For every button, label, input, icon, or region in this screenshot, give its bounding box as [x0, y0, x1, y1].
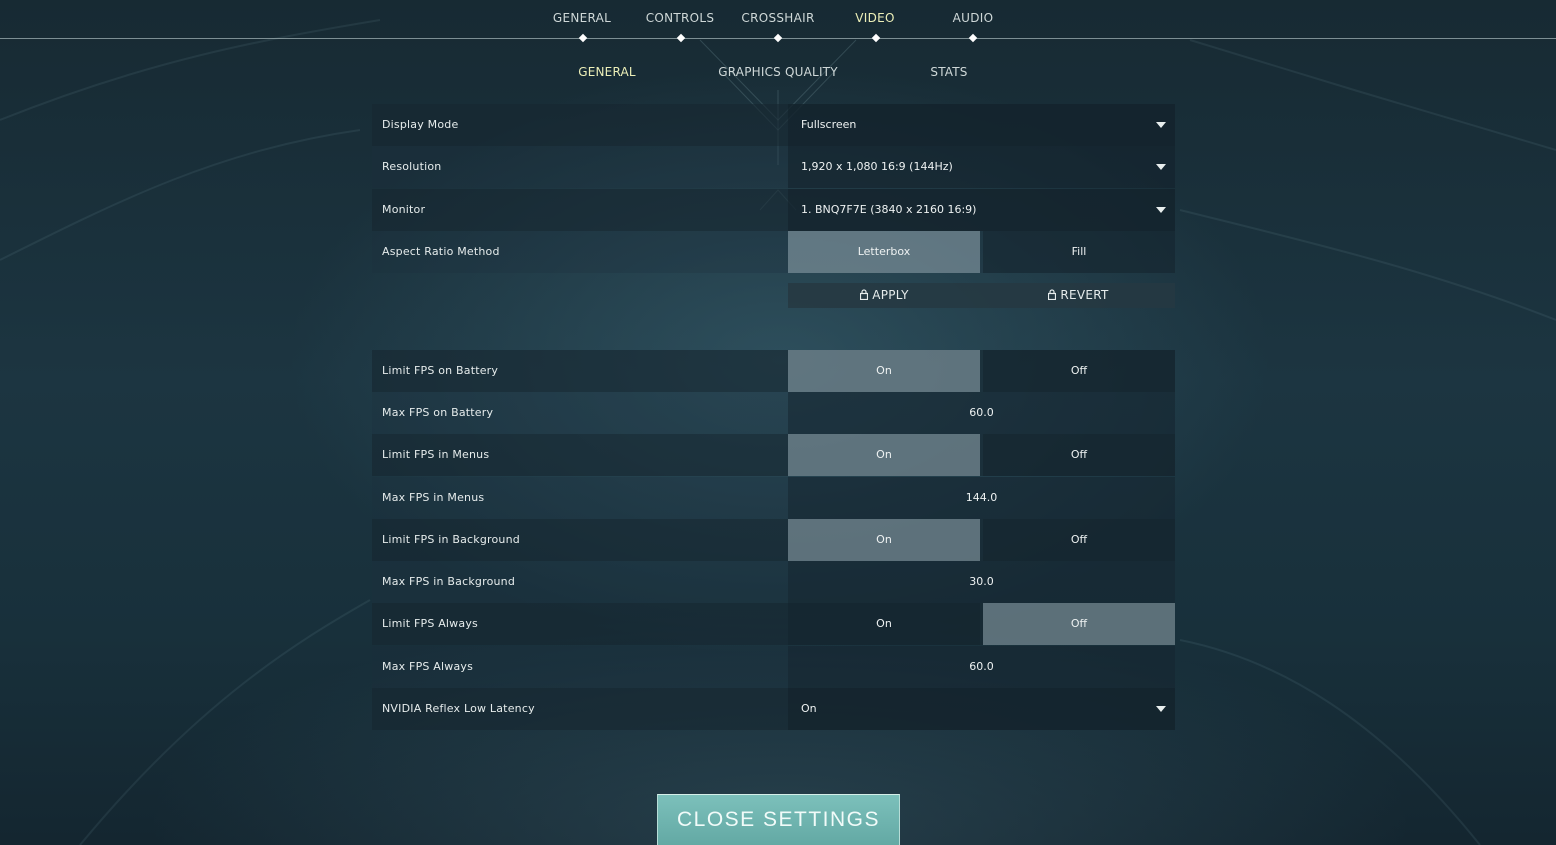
setting-row-max-fps-background: Max FPS in Background 30.0 — [372, 561, 1175, 603]
apply-button[interactable]: APPLY — [788, 283, 981, 308]
tab-marker-icon — [773, 33, 783, 43]
off-option[interactable]: Off — [983, 434, 1175, 476]
dropdown-value: 1. BNQ7F7E (3840 x 2160 16:9) — [801, 203, 977, 216]
max-fps-always-value[interactable]: 60.0 — [788, 646, 1175, 688]
top-tab-bar: GENERAL CONTROLS CROSSHAIR VIDEO AUDIO — [0, 0, 1556, 43]
chevron-down-icon — [1156, 706, 1166, 712]
chevron-down-icon — [1156, 207, 1166, 213]
setting-row-limit-fps-battery: Limit FPS on Battery On Off — [372, 350, 1175, 392]
on-option[interactable]: On — [788, 603, 980, 645]
subtab-graphics-quality[interactable]: GRAPHICS QUALITY — [698, 65, 858, 79]
setting-label: Aspect Ratio Method — [382, 245, 500, 258]
max-fps-menus-value[interactable]: 144.0 — [788, 477, 1175, 519]
off-option[interactable]: Off — [983, 603, 1175, 645]
chevron-down-icon — [1156, 122, 1166, 128]
lock-icon — [860, 289, 869, 300]
max-fps-background-field: 30.0 — [788, 561, 1175, 603]
setting-label: NVIDIA Reflex Low Latency — [382, 702, 535, 715]
limit-fps-always-toggle: On Off — [788, 603, 1175, 645]
off-option[interactable]: Off — [983, 519, 1175, 561]
dropdown-value: Fullscreen — [801, 118, 857, 131]
max-fps-battery-value[interactable]: 60.0 — [788, 392, 1175, 434]
letterbox-option[interactable]: Letterbox — [788, 231, 980, 273]
on-option[interactable]: On — [788, 519, 980, 561]
on-option[interactable]: On — [788, 350, 980, 392]
close-settings-button[interactable]: CLOSE SETTINGS — [657, 794, 900, 845]
setting-label: Max FPS in Background — [382, 575, 516, 588]
setting-label: Limit FPS Always — [382, 617, 478, 630]
display-mode-dropdown[interactable]: Fullscreen — [788, 104, 1175, 146]
setting-label: Resolution — [382, 160, 442, 173]
tab-crosshair[interactable]: CROSSHAIR — [723, 11, 833, 25]
apply-revert-bar: APPLY REVERT — [788, 283, 1175, 308]
apply-label: APPLY — [872, 288, 909, 302]
setting-label: Limit FPS in Background — [382, 533, 520, 546]
resolution-dropdown[interactable]: 1,920 x 1,080 16:9 (144Hz) — [788, 146, 1175, 188]
limit-fps-battery-toggle: On Off — [788, 350, 1175, 392]
dropdown-value: 1,920 x 1,080 16:9 (144Hz) — [801, 160, 953, 173]
setting-row-limit-fps-background: Limit FPS in Background On Off — [372, 519, 1175, 561]
lock-icon — [1048, 289, 1057, 300]
tab-audio[interactable]: AUDIO — [918, 11, 1028, 25]
tab-marker-icon — [676, 33, 686, 43]
setting-label: Max FPS in Menus — [382, 491, 485, 504]
max-fps-battery-field: 60.0 — [788, 392, 1175, 434]
setting-row-resolution: Resolution 1,920 x 1,080 16:9 (144Hz) — [372, 146, 1175, 188]
limit-fps-background-toggle: On Off — [788, 519, 1175, 561]
nvidia-reflex-dropdown[interactable]: On — [788, 688, 1175, 730]
subtab-stats[interactable]: STATS — [869, 65, 1029, 79]
chevron-down-icon — [1156, 164, 1166, 170]
on-option[interactable]: On — [788, 434, 980, 476]
dropdown-value: On — [801, 702, 817, 715]
setting-row-aspect-ratio: Aspect Ratio Method Letterbox Fill — [372, 231, 1175, 273]
setting-row-max-fps-always: Max FPS Always 60.0 — [372, 646, 1175, 688]
revert-label: REVERT — [1060, 288, 1109, 302]
close-settings-label: CLOSE SETTINGS — [676, 808, 881, 831]
setting-label: Limit FPS on Battery — [382, 364, 499, 377]
limit-fps-menus-toggle: On Off — [788, 434, 1175, 476]
revert-button[interactable]: REVERT — [982, 283, 1175, 308]
tab-marker-icon — [968, 33, 978, 43]
max-fps-always-field: 60.0 — [788, 646, 1175, 688]
setting-row-display-mode: Display Mode Fullscreen — [372, 104, 1175, 146]
setting-label: Max FPS Always — [382, 660, 474, 673]
setting-row-max-fps-battery: Max FPS on Battery 60.0 — [372, 392, 1175, 434]
aspect-ratio-toggle: Letterbox Fill — [788, 231, 1175, 273]
subtab-general[interactable]: GENERAL — [527, 65, 687, 79]
setting-label: Monitor — [382, 203, 426, 216]
max-fps-background-value[interactable]: 30.0 — [788, 561, 1175, 603]
max-fps-menus-field: 144.0 — [788, 477, 1175, 519]
off-option[interactable]: Off — [983, 350, 1175, 392]
tab-marker-icon — [578, 33, 588, 43]
setting-label: Limit FPS in Menus — [382, 448, 490, 461]
setting-label: Display Mode — [382, 118, 459, 131]
setting-label: Max FPS on Battery — [382, 406, 494, 419]
tab-marker-icon — [871, 33, 881, 43]
setting-row-max-fps-menus: Max FPS in Menus 144.0 — [372, 477, 1175, 519]
setting-row-nvidia-reflex: NVIDIA Reflex Low Latency On — [372, 688, 1175, 730]
tab-controls[interactable]: CONTROLS — [625, 11, 735, 25]
monitor-dropdown[interactable]: 1. BNQ7F7E (3840 x 2160 16:9) — [788, 189, 1175, 231]
tab-general[interactable]: GENERAL — [527, 11, 637, 25]
tab-video[interactable]: VIDEO — [820, 11, 930, 25]
setting-row-limit-fps-always: Limit FPS Always On Off — [372, 603, 1175, 645]
fill-option[interactable]: Fill — [983, 231, 1175, 273]
setting-row-limit-fps-menus: Limit FPS in Menus On Off — [372, 434, 1175, 476]
setting-row-monitor: Monitor 1. BNQ7F7E (3840 x 2160 16:9) — [372, 189, 1175, 231]
